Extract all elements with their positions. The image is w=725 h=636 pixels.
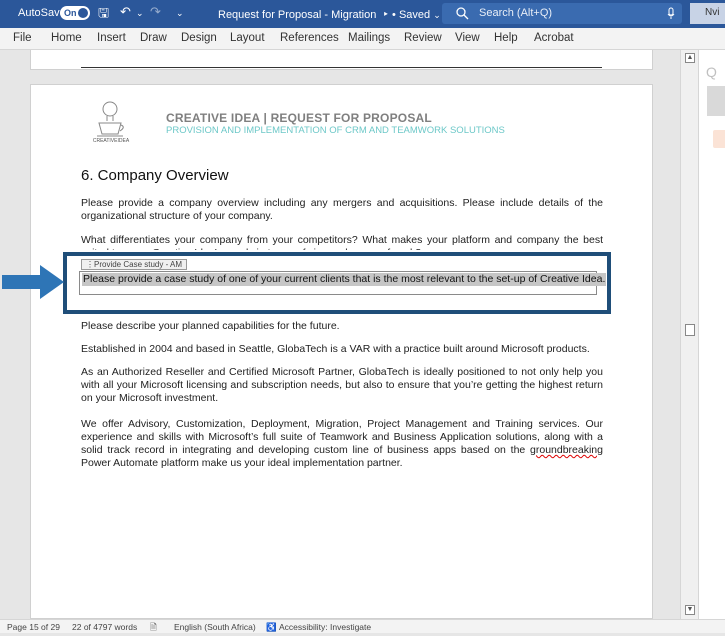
page-divider-line: [81, 67, 602, 68]
customize-qat-icon[interactable]: ⌄: [176, 8, 184, 19]
arrow-right-icon: [2, 265, 64, 299]
section-heading: 6. Company Overview: [81, 167, 229, 184]
vertical-scrollbar[interactable]: ▲ ▼: [680, 50, 698, 619]
microphone-icon[interactable]: [667, 7, 675, 20]
tab-layout[interactable]: Layout: [230, 32, 265, 44]
redo-icon[interactable]: ↷: [150, 4, 161, 20]
tab-help[interactable]: Help: [494, 32, 518, 44]
search-placeholder: Search (Alt+Q): [479, 7, 553, 19]
tab-file[interactable]: File: [13, 32, 32, 44]
title-bar: AutoSave On 🖫 ↶ ⌄ ↷ ⌄ Request for Propos…: [0, 0, 725, 28]
word-count[interactable]: 22 of 4797 words: [72, 622, 137, 632]
share-status-icon: ‣: [379, 9, 389, 21]
toggle-knob: [78, 8, 88, 18]
save-icon[interactable]: 🖫: [98, 4, 109, 26]
tab-acrobat[interactable]: Acrobat: [534, 32, 574, 44]
save-status-dropdown-icon[interactable]: ⌄: [433, 10, 441, 20]
services-text-c: Power Automate platform make us your ide…: [81, 457, 403, 469]
search-icon: [456, 7, 469, 20]
paragraph-differentiators: What differentiates your company from yo…: [81, 234, 603, 250]
accessibility-status[interactable]: Accessibility: Investigate: [279, 622, 371, 632]
account-name: Nvi: [705, 7, 720, 18]
header-subtitle: PROVISION AND IMPLEMENTATION OF CRM AND …: [166, 125, 505, 136]
save-status-bullet: •: [392, 9, 399, 21]
side-pane-block: [707, 86, 725, 116]
paragraph-overview: Please provide a company overview includ…: [81, 197, 603, 222]
side-pane-badge: [713, 130, 725, 148]
undo-icon[interactable]: ↶: [120, 4, 131, 20]
callout-highlight-frame: [63, 252, 611, 314]
language[interactable]: English (South Africa): [174, 622, 256, 632]
tab-insert[interactable]: Insert: [97, 32, 126, 44]
account-button[interactable]: Nvi: [690, 3, 725, 24]
autosave-label: AutoSave: [18, 7, 66, 19]
autosave-state: On: [64, 8, 77, 18]
status-bar: Page 15 of 29 22 of 4797 words 🗎 English…: [0, 619, 725, 633]
ribbon-tabs: File Home Insert Draw Design Layout Refe…: [0, 28, 725, 50]
tab-home[interactable]: Home: [51, 32, 82, 44]
paragraph-capabilities: Please describe your planned capabilitie…: [81, 320, 340, 332]
spelling-flagged-word[interactable]: groundbreaking: [530, 444, 603, 456]
tab-review[interactable]: Review: [404, 32, 442, 44]
lightbulb-cup-icon: [97, 101, 124, 137]
paragraph-established: Established in 2004 and based in Seattle…: [81, 343, 590, 355]
tab-references[interactable]: References: [280, 32, 339, 44]
save-status: Saved: [398, 9, 431, 21]
scroll-thumb[interactable]: [685, 324, 695, 336]
document-title[interactable]: Request for Proposal - Migration ‣ • Sav…: [218, 8, 441, 21]
logo-text: CREATIVEIDEA: [92, 138, 130, 144]
previous-page-bottom: [30, 50, 653, 70]
accessibility-icon: ♿: [266, 622, 277, 632]
autosave-toggle[interactable]: On: [60, 6, 90, 20]
tab-design[interactable]: Design: [181, 32, 217, 44]
page-count[interactable]: Page 15 of 29: [7, 622, 60, 632]
document-workspace[interactable]: CREATIVEIDEA CREATIVE IDEA | REQUEST FOR…: [0, 50, 680, 619]
scroll-down-icon[interactable]: ▼: [685, 605, 695, 615]
services-text-a: We offer Advisory, Customization, Deploy…: [81, 418, 603, 456]
undo-dropdown-icon[interactable]: ⌄: [136, 8, 144, 19]
tab-draw[interactable]: Draw: [140, 32, 167, 44]
tab-mailings[interactable]: Mailings: [348, 32, 390, 44]
header-title: CREATIVE IDEA | REQUEST FOR PROPOSAL: [166, 111, 432, 125]
paragraph-partner: As an Authorized Reseller and Certified …: [81, 366, 603, 404]
search-box[interactable]: Search (Alt+Q): [442, 3, 682, 24]
tab-view[interactable]: View: [455, 32, 480, 44]
scroll-up-icon[interactable]: ▲: [685, 53, 695, 63]
side-pane: Q: [698, 50, 725, 619]
paragraph-services: We offer Advisory, Customization, Deploy…: [81, 418, 603, 470]
side-pane-search-icon: Q: [706, 64, 717, 80]
document-page[interactable]: CREATIVEIDEA CREATIVE IDEA | REQUEST FOR…: [30, 84, 653, 619]
document-name: Request for Proposal - Migration: [218, 9, 377, 21]
creative-idea-logo: CREATIVEIDEA: [91, 100, 129, 150]
proofing-icon[interactable]: 🗎: [150, 622, 157, 636]
